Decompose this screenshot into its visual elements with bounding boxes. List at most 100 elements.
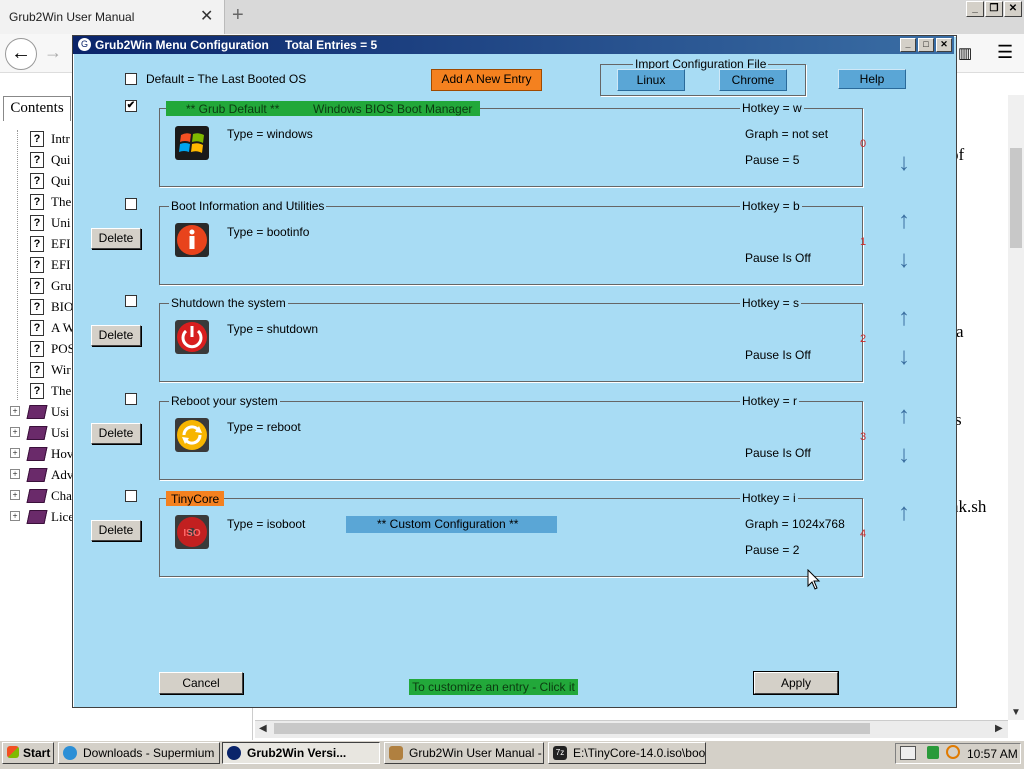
tree-item-label: Uni: [51, 215, 71, 230]
taskbar-label: E:\TinyCore-14.0.iso\boot...: [573, 746, 706, 760]
expand-icon[interactable]: +: [10, 469, 20, 479]
entry-3-delete-button[interactable]: Delete: [91, 423, 141, 444]
new-tab-icon[interactable]: +: [232, 4, 244, 27]
expand-icon[interactable]: +: [10, 406, 20, 416]
expand-icon[interactable]: +: [10, 448, 20, 458]
start-button[interactable]: Start: [2, 742, 54, 764]
entry-0-default-marker: ** Grub Default **: [186, 102, 280, 116]
expand-icon[interactable]: +: [10, 427, 20, 437]
sidebar-icon[interactable]: ▥: [958, 44, 972, 62]
add-new-entry-button[interactable]: Add A New Entry: [431, 69, 542, 91]
menu-icon[interactable]: ☰: [997, 42, 1013, 63]
taskbar-item-grub2win[interactable]: Grub2Win Versi...: [222, 742, 380, 764]
entry-4-pause: Pause = 2: [745, 543, 800, 557]
horizontal-scroll-thumb[interactable]: [274, 723, 870, 734]
move-up-icon[interactable]: ↑: [898, 306, 910, 330]
taskbar-item-user-manual[interactable]: Grub2Win User Manual - ...: [384, 742, 544, 764]
windows-logo-icon: [7, 746, 19, 758]
windows-icon: [175, 126, 209, 160]
entry-1-checkbox[interactable]: [125, 198, 137, 210]
grub2win-icon: [227, 746, 241, 760]
entry-4-checkbox[interactable]: [125, 490, 137, 502]
dialog-close-button[interactable]: ✕: [936, 38, 952, 52]
entry-3-group[interactable]: [159, 401, 863, 480]
move-up-icon[interactable]: ↑: [898, 404, 910, 428]
help-topic-icon: ?: [30, 299, 44, 315]
book-icon: [26, 489, 48, 503]
entry-2-type: Type = shutdown: [227, 322, 319, 336]
taskbar-item-7zip[interactable]: 7z E:\TinyCore-14.0.iso\boot...: [548, 742, 706, 764]
help-topic-icon: ?: [30, 236, 44, 252]
entry-0-type: Type = windows: [227, 127, 313, 141]
tree-item-label: Intr: [51, 131, 70, 146]
entry-0-checkbox[interactable]: ✔: [125, 100, 137, 112]
tree-item-label: Hov: [51, 446, 74, 461]
close-button[interactable]: ✕: [1004, 1, 1022, 17]
import-linux-button[interactable]: Linux: [617, 69, 685, 91]
entry-3-checkbox[interactable]: [125, 393, 137, 405]
expand-icon[interactable]: +: [10, 511, 20, 521]
scroll-down-icon[interactable]: ▼: [1011, 707, 1021, 718]
entry-4-hotkey: Hotkey = i: [740, 491, 798, 505]
help-topic-icon: ?: [30, 341, 44, 357]
help-topic-icon: ?: [30, 362, 44, 378]
vertical-scroll-thumb[interactable]: [1010, 148, 1022, 248]
network-icon[interactable]: [927, 746, 939, 759]
keyboard-icon[interactable]: [900, 746, 916, 760]
entry-2-hotkey: Hotkey = s: [740, 296, 802, 310]
help-topic-icon: ?: [30, 215, 44, 231]
customize-hint: To customize an entry - Click it: [409, 679, 578, 695]
entry-3-index: 3: [860, 431, 867, 443]
entry-0-group[interactable]: [159, 108, 863, 187]
entry-1-delete-button[interactable]: Delete: [91, 228, 141, 249]
tree-item-label: Lice: [51, 509, 75, 524]
tree-item-label: Gru: [51, 278, 72, 293]
contents-tab[interactable]: Contents: [3, 96, 71, 121]
book-icon: [26, 405, 48, 419]
apply-button[interactable]: Apply: [753, 671, 839, 695]
default-checkbox[interactable]: [125, 73, 137, 85]
entry-2-delete-button[interactable]: Delete: [91, 325, 141, 346]
entry-4-delete-button[interactable]: Delete: [91, 520, 141, 541]
browser-tab-title: Grub2Win User Manual: [9, 10, 135, 24]
expand-icon[interactable]: +: [10, 490, 20, 500]
minimize-button[interactable]: _: [966, 1, 984, 17]
scroll-right-icon[interactable]: ▶: [995, 723, 1003, 734]
book-icon: [26, 510, 48, 524]
search-tray-icon[interactable]: [946, 745, 960, 759]
forward-arrow-icon[interactable]: →: [44, 42, 62, 63]
dialog-window-controls: _ □ ✕: [900, 38, 952, 52]
scroll-left-icon[interactable]: ◀: [259, 723, 267, 734]
reboot-icon: [175, 418, 209, 452]
entry-2-title: Shutdown the system: [169, 296, 288, 310]
move-up-icon[interactable]: ↑: [898, 501, 910, 525]
7zip-icon: 7z: [553, 746, 567, 760]
info-icon: [175, 223, 209, 257]
entry-1-hotkey: Hotkey = b: [740, 199, 802, 213]
entry-2-group[interactable]: [159, 303, 863, 382]
entry-4-group[interactable]: [159, 498, 863, 577]
dialog-minimize-button[interactable]: _: [900, 38, 916, 52]
back-arrow-icon[interactable]: ←: [5, 38, 37, 70]
cancel-button[interactable]: Cancel: [159, 672, 243, 694]
entry-3-hotkey: Hotkey = r: [740, 394, 800, 408]
move-down-icon[interactable]: ↓: [898, 248, 910, 272]
taskbar-label: Grub2Win User Manual - ...: [409, 746, 544, 760]
dialog-title: Grub2Win Menu Configuration: [95, 38, 269, 52]
entry-4-type: Type = isoboot: [227, 517, 306, 531]
tab-close-icon[interactable]: ✕: [200, 6, 213, 26]
import-chrome-button[interactable]: Chrome: [719, 69, 787, 91]
svg-text:ISO: ISO: [183, 528, 200, 539]
move-down-icon[interactable]: ↓: [898, 443, 910, 467]
move-up-icon[interactable]: ↑: [898, 209, 910, 233]
help-button[interactable]: Help: [838, 69, 906, 89]
move-down-icon[interactable]: ↓: [898, 151, 910, 175]
help-topic-icon: ?: [30, 173, 44, 189]
restore-button[interactable]: ❐: [985, 1, 1003, 17]
taskbar-item-supermium[interactable]: Downloads - Supermium: [58, 742, 220, 764]
move-down-icon[interactable]: ↓: [898, 345, 910, 369]
dialog-maximize-button[interactable]: □: [918, 38, 934, 52]
entry-2-checkbox[interactable]: [125, 295, 137, 307]
power-icon: [175, 320, 209, 354]
entry-1-group[interactable]: [159, 206, 863, 285]
